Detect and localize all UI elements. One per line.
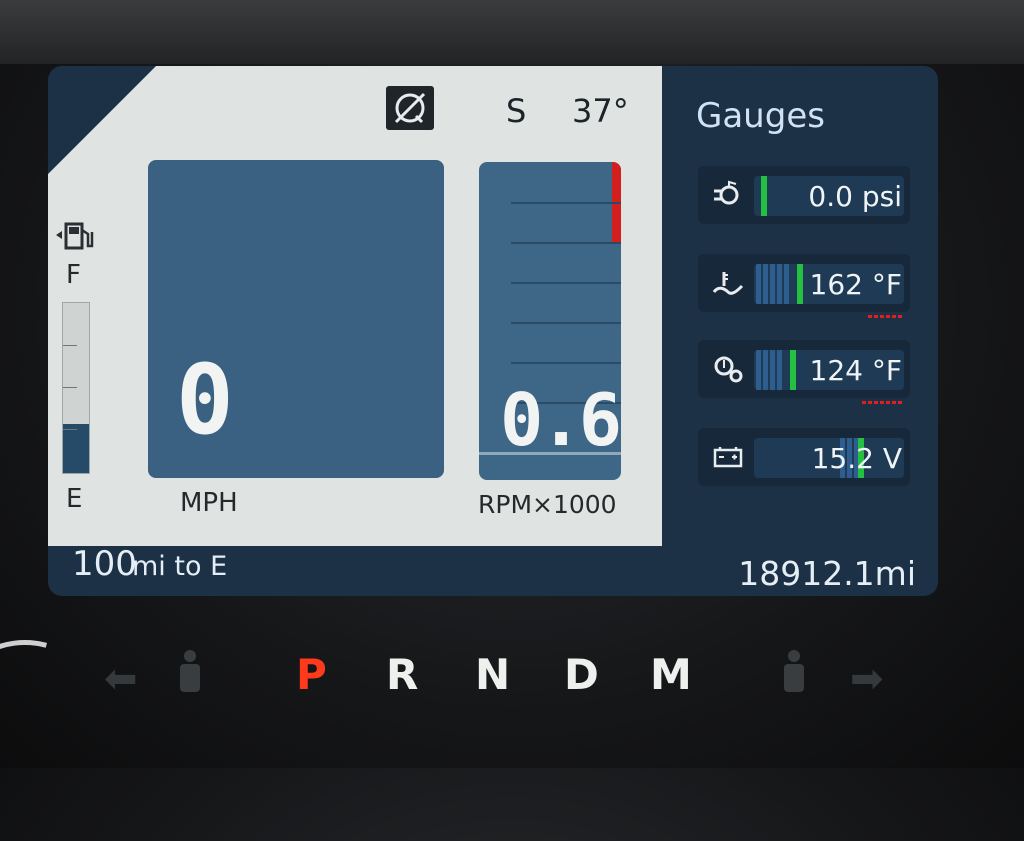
- bronco-horse-icon: [68, 84, 98, 116]
- seatbelt-icon: [784, 650, 804, 692]
- warning-zone-marker: [862, 401, 902, 404]
- fuel-tick: [63, 429, 77, 430]
- fuel-tick: [63, 345, 77, 346]
- rpm-tick: [511, 362, 621, 364]
- odometer-reading: 18912.1mi: [738, 554, 916, 593]
- battery-voltage-value: 15.2 V: [811, 442, 902, 475]
- gear-m: M: [650, 650, 692, 699]
- transmission-temp-icon: [714, 356, 743, 383]
- rpm-tick: [511, 322, 621, 324]
- turbo-boost-icon: [714, 180, 739, 205]
- warning-zone-marker: [868, 315, 902, 318]
- rpm-unit-label: RPM×1000: [478, 490, 617, 519]
- gauge-segment: [763, 350, 768, 390]
- oil-temp-value: 162 °F: [809, 268, 902, 301]
- fuel-pump-icon: [56, 222, 94, 250]
- gauge-segment: [777, 264, 782, 304]
- gauge-segment: [756, 350, 761, 390]
- gauge-segment: [784, 264, 789, 304]
- transmission-temp-value: 124 °F: [809, 354, 902, 387]
- gear-n: N: [475, 650, 511, 699]
- fuel-tick: [63, 387, 77, 388]
- gauge-row-boost: 0.0 psi: [698, 166, 910, 224]
- fuel-full-label: F: [66, 260, 81, 290]
- rpm-tick: [511, 202, 621, 204]
- right-turn-arrow-icon: ➡: [850, 656, 884, 702]
- gear-p: P: [296, 650, 327, 699]
- gauge-segment: [763, 264, 768, 304]
- rpm-tick: [511, 242, 621, 244]
- gear-r: R: [386, 650, 419, 699]
- fuel-level-bar: [62, 302, 90, 474]
- gauge-segment: [756, 264, 761, 304]
- oil-temp-icon: [712, 272, 744, 295]
- range-to-empty-label: mi to E: [132, 551, 228, 582]
- gauge-row-oil-temp: 162 °F: [698, 254, 910, 318]
- main-gauge-panel: S 37° F E 0 MPH 0.6 RPM×1000: [48, 66, 662, 546]
- steering-wheel-edge: [0, 608, 142, 841]
- range-to-empty-value: 100: [72, 544, 137, 584]
- instrument-cluster-screen: S 37° F E 0 MPH 0.6 RPM×1000 100 mi to E…: [48, 66, 938, 596]
- gauge-segment: [770, 350, 775, 390]
- gauge-needle: [797, 264, 803, 304]
- gauge-segment: [777, 350, 782, 390]
- fuel-level-fill: [63, 423, 89, 473]
- outside-temperature: 37°: [572, 92, 629, 130]
- fuel-empty-label: E: [66, 484, 83, 514]
- speed-value: 0: [176, 344, 234, 456]
- gauge-needle: [761, 176, 767, 216]
- gear-d: D: [564, 650, 599, 699]
- rpm-value: 0.6: [500, 378, 622, 462]
- gauge-segment: [770, 264, 775, 304]
- seatbelt-icon: [180, 650, 200, 692]
- gauges-title: Gauges: [696, 96, 825, 136]
- battery-icon: [713, 447, 743, 468]
- drive-mode-indicator: S: [506, 92, 527, 130]
- hill-descent-assist-icon: [386, 86, 434, 130]
- gauge-row-battery: 15.2 V: [698, 428, 910, 486]
- dashboard-bezel: [0, 0, 1024, 64]
- speed-unit-label: MPH: [180, 488, 238, 518]
- gauge-needle: [790, 350, 796, 390]
- gauge-row-trans-temp: 124 °F: [698, 340, 910, 404]
- rpm-tick: [511, 282, 621, 284]
- boost-pressure-value: 0.0 psi: [808, 180, 902, 213]
- left-turn-arrow-icon: ⬅: [104, 656, 138, 702]
